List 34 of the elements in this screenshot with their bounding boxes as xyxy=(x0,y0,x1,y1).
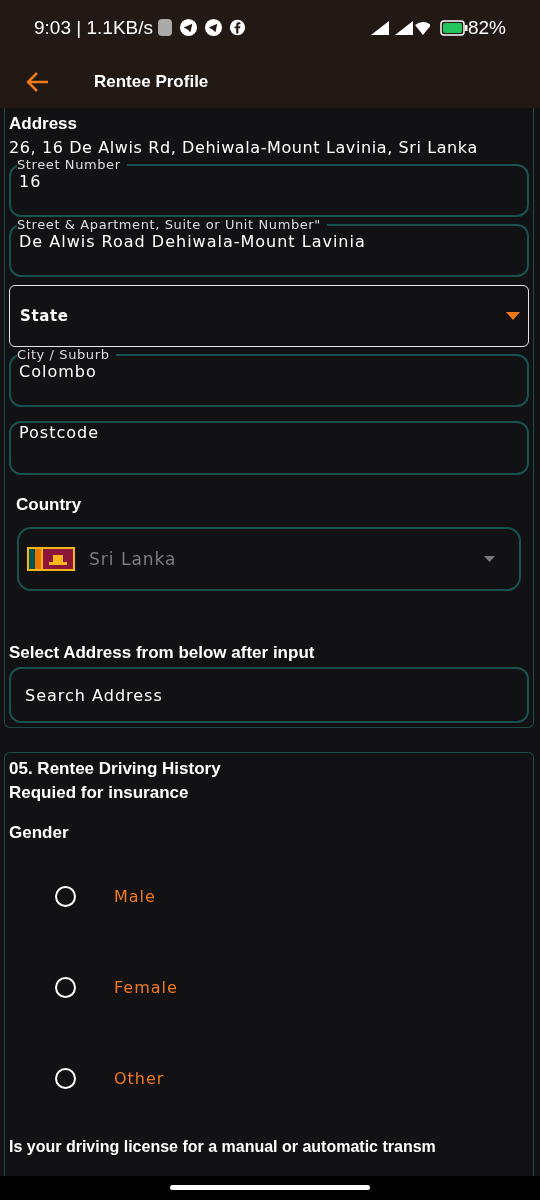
radio-label[interactable]: Other xyxy=(114,1069,165,1088)
address-heading: Address xyxy=(9,114,79,134)
text-field[interactable]: Postcode xyxy=(9,421,529,475)
status-time: 9:03 | 1.1KB/s xyxy=(34,16,153,39)
radio-button[interactable] xyxy=(55,977,76,998)
radio-button[interactable] xyxy=(55,1068,76,1089)
section-heading: 05. Rentee Driving History xyxy=(9,759,222,779)
search-field[interactable]: Search Address xyxy=(9,667,529,723)
facebook-icon xyxy=(229,19,246,36)
flag-icon xyxy=(27,547,75,571)
radio-label[interactable]: Female xyxy=(114,978,178,997)
telegram-icon xyxy=(204,18,223,37)
address-text: 26, 16 De Alwis Rd, Dehiwala-Mount Lavinia, Sri Lanka xyxy=(9,138,479,157)
radio-label[interactable]: Male xyxy=(114,887,156,906)
radio-button[interactable] xyxy=(55,886,76,907)
state-dropdown[interactable]: State xyxy=(9,285,529,347)
page-title: Rentee Profile xyxy=(94,71,209,92)
country-value: Sri Lanka xyxy=(89,549,178,569)
telegram-icon xyxy=(179,18,198,37)
battery-percent: 82% xyxy=(467,16,506,39)
question-text: Is your driving license for a manual or automatic transm xyxy=(9,1138,437,1156)
back-arrow-icon[interactable] xyxy=(26,70,50,93)
text-field[interactable]: Street & Apartment, Suite or Unit Number" De Alwis Road Dehiwala-Mount Lavinia xyxy=(9,217,529,277)
gender-label: Gender xyxy=(9,823,70,843)
search-label: Select Address from below after input xyxy=(9,643,316,663)
text-field[interactable]: City / Suburb Colombo xyxy=(9,347,529,407)
caret-icon xyxy=(506,312,520,320)
caret-icon xyxy=(484,556,495,562)
country-label: Country xyxy=(16,495,83,515)
signal-icon xyxy=(369,18,430,37)
text-field[interactable]: Street Number 16 xyxy=(9,157,529,217)
sim-icon xyxy=(157,18,173,37)
battery-icon xyxy=(439,19,468,36)
section-subheading: Requied for insurance xyxy=(9,783,190,803)
